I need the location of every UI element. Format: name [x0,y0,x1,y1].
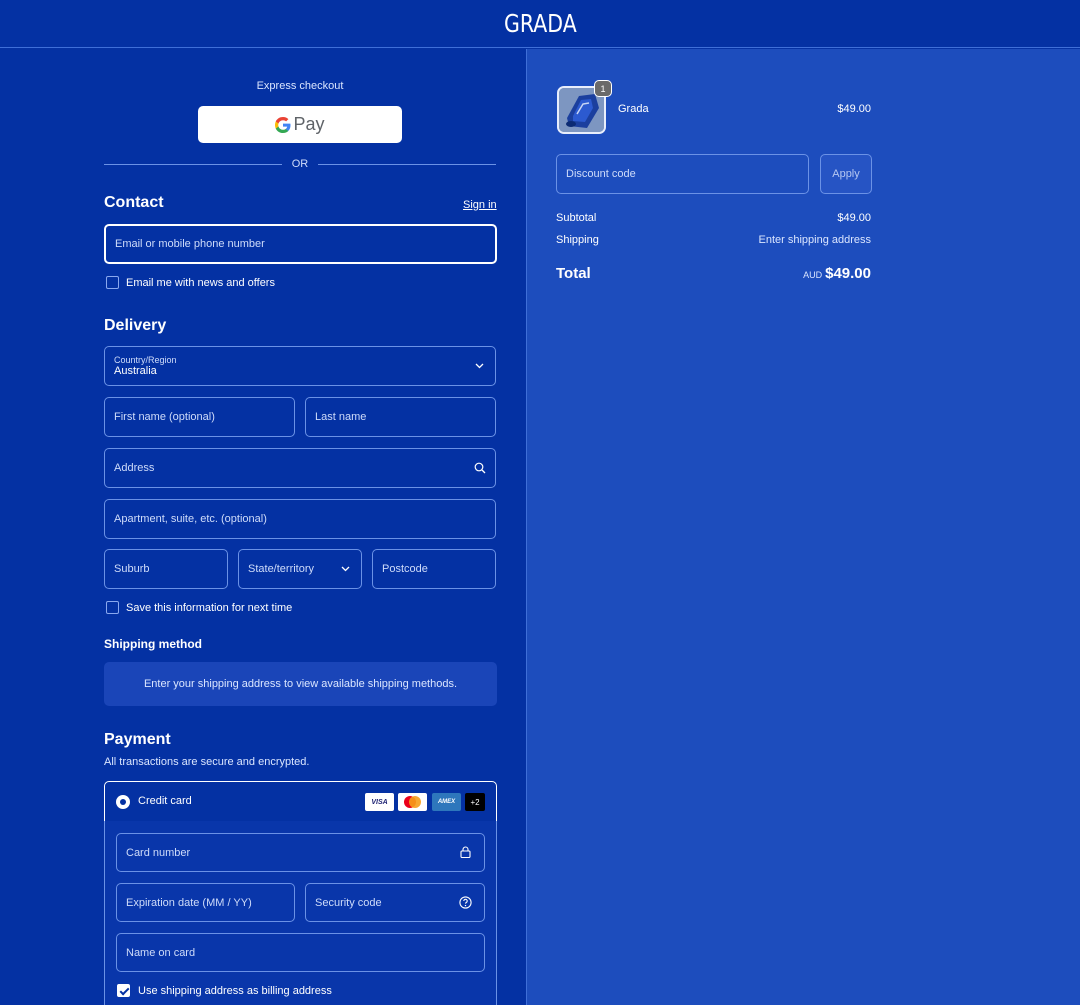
email-placeholder: Email or mobile phone number [115,238,265,250]
suburb-field[interactable]: Suburb [104,549,228,589]
help-circle-icon[interactable] [459,896,472,909]
first-name-field[interactable]: First name (optional) [104,397,295,437]
shipping-value: Enter shipping address [758,234,871,246]
amex-icon: AMEX [432,793,461,811]
total-label: Total [556,265,591,282]
apply-discount-button[interactable]: Apply [820,154,872,194]
lock-icon [460,846,471,858]
payment-heading: Payment [104,731,171,748]
name-on-card-placeholder: Name on card [126,946,196,959]
postcode-placeholder: Postcode [382,563,428,575]
chevron-down-icon [341,566,350,572]
google-pay-button[interactable]: Pay [198,106,402,143]
product-price: $49.00 [837,103,871,115]
news-offers-checkbox[interactable] [106,276,119,289]
address-placeholder: Address [114,462,155,474]
last-name-placeholder: Last name [315,411,367,423]
google-g-icon [275,116,291,133]
country-value: Australia [114,365,157,377]
credit-card-label: Credit card [138,795,192,807]
mastercard-icon [398,793,427,811]
delivery-heading: Delivery [104,317,167,334]
search-icon [474,462,486,474]
suburb-placeholder: Suburb [114,563,150,575]
discount-code-placeholder: Discount code [566,168,636,180]
checkout-form-panel: Express checkout Pay OR Contact Sign in … [0,49,527,1005]
email-field[interactable]: Email or mobile phone number [104,224,497,264]
expiry-placeholder: Expiration date (MM / YY) [126,896,252,909]
store-logo[interactable]: GRADA [504,9,577,38]
visa-text: VISA [371,798,388,806]
amex-text: AMEX [437,799,456,805]
apartment-placeholder: Apartment, suite, etc. (optional) [114,513,267,525]
country-label: Country/Region [114,355,177,365]
visa-icon: VISA [365,793,394,811]
divider-right [318,164,496,165]
credit-card-radio[interactable] [116,795,130,809]
header: GRADA [0,0,1080,48]
save-info-checkbox[interactable] [106,601,119,614]
sign-in-link[interactable]: Sign in [463,199,497,211]
shipping-method-message: Enter your shipping address to view avai… [143,678,458,690]
country-select[interactable]: Country/Region Australia [104,346,496,386]
apply-label: Apply [832,168,860,180]
save-info-label: Save this information for next time [126,602,293,614]
payment-subtitle: All transactions are secure and encrypte… [104,756,310,768]
shipping-method-notice: Enter your shipping address to view avai… [104,662,497,706]
contact-heading: Contact [104,194,164,211]
postcode-field[interactable]: Postcode [372,549,496,589]
quantity-badge: 1 [594,80,612,97]
quantity-text: 1 [600,83,606,94]
billing-same-label: Use shipping address as billing address [138,985,332,997]
total-amount: AUD $49.00 [767,265,871,283]
last-name-field[interactable]: Last name [305,397,496,437]
shipping-label: Shipping [556,234,599,246]
subtotal-label: Subtotal [556,212,597,224]
order-summary-panel: 1 Grada $49.00 Discount code Apply Subto… [527,49,1080,1005]
express-checkout-title: Express checkout [256,80,344,92]
address-field[interactable]: Address [104,448,496,488]
currency-code: AUD [803,270,823,280]
more-cards-text: +2 [470,797,480,807]
discount-code-field[interactable]: Discount code [556,154,809,194]
google-pay-label: Pay [293,114,325,134]
product-name: Grada [618,103,649,115]
name-on-card-field[interactable]: Name on card [116,933,485,972]
first-name-placeholder: First name (optional) [114,411,215,423]
security-code-placeholder: Security code [315,896,382,909]
security-code-field[interactable]: Security code [305,883,485,922]
state-placeholder: State/territory [248,563,315,575]
card-number-placeholder: Card number [126,846,191,859]
more-cards-badge: +2 [465,793,485,811]
news-offers-label: Email me with news and offers [126,277,275,289]
expiry-field[interactable]: Expiration date (MM / YY) [116,883,295,922]
divider-left [104,164,282,165]
chevron-down-icon [475,363,484,369]
or-divider-text: OR [291,158,309,170]
card-number-field[interactable]: Card number [116,833,485,872]
shipping-method-heading: Shipping method [104,637,202,651]
apartment-field[interactable]: Apartment, suite, etc. (optional) [104,499,496,539]
total-value: $49.00 [825,265,871,282]
radio-dot [120,799,126,805]
subtotal-value: $49.00 [837,212,871,224]
billing-same-checkbox[interactable] [117,984,130,997]
